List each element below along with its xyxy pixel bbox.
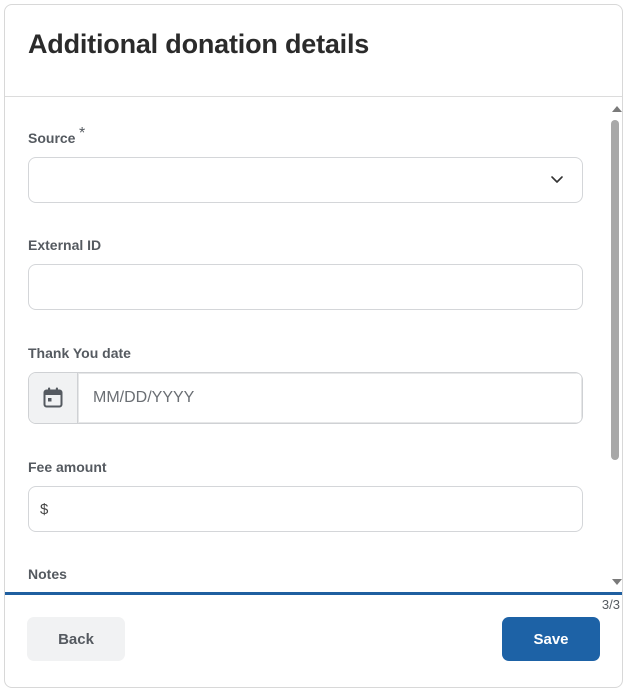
chevron-down-icon xyxy=(551,176,563,183)
currency-symbol: $ xyxy=(40,501,49,518)
source-label: Source xyxy=(28,130,76,146)
dialog-header: Additional donation details xyxy=(5,5,622,97)
calendar-button[interactable] xyxy=(29,373,78,423)
scroll-down-arrow-icon[interactable] xyxy=(612,579,622,585)
calendar-icon xyxy=(43,387,63,408)
step-progress-bar xyxy=(5,592,622,595)
scroll-thumb[interactable] xyxy=(611,120,619,460)
body-scrollbar[interactable] xyxy=(608,98,622,592)
external-id-field[interactable] xyxy=(28,264,583,310)
scroll-up-arrow-icon[interactable] xyxy=(612,106,622,112)
thank-you-date-group xyxy=(28,372,583,424)
thank-you-date-label: Thank You date xyxy=(28,345,131,361)
additional-details-dialog: Additional donation details Source * Ext… xyxy=(4,4,623,688)
dialog-body[interactable]: Source * External ID Thank You date MM/D… xyxy=(5,98,622,592)
thank-you-date-input[interactable] xyxy=(78,373,582,423)
required-asterisk: * xyxy=(79,125,86,142)
save-button[interactable]: Save xyxy=(502,617,600,661)
fee-amount-field[interactable]: $ xyxy=(28,486,583,532)
back-button[interactable]: Back xyxy=(27,617,125,661)
external-id-label: External ID xyxy=(28,237,102,253)
step-indicator: 3/3 xyxy=(601,597,620,612)
notes-label: Notes xyxy=(28,566,67,582)
dialog-title: Additional donation details xyxy=(28,29,370,59)
fee-amount-label: Fee amount xyxy=(28,459,107,475)
source-select[interactable] xyxy=(28,157,583,203)
